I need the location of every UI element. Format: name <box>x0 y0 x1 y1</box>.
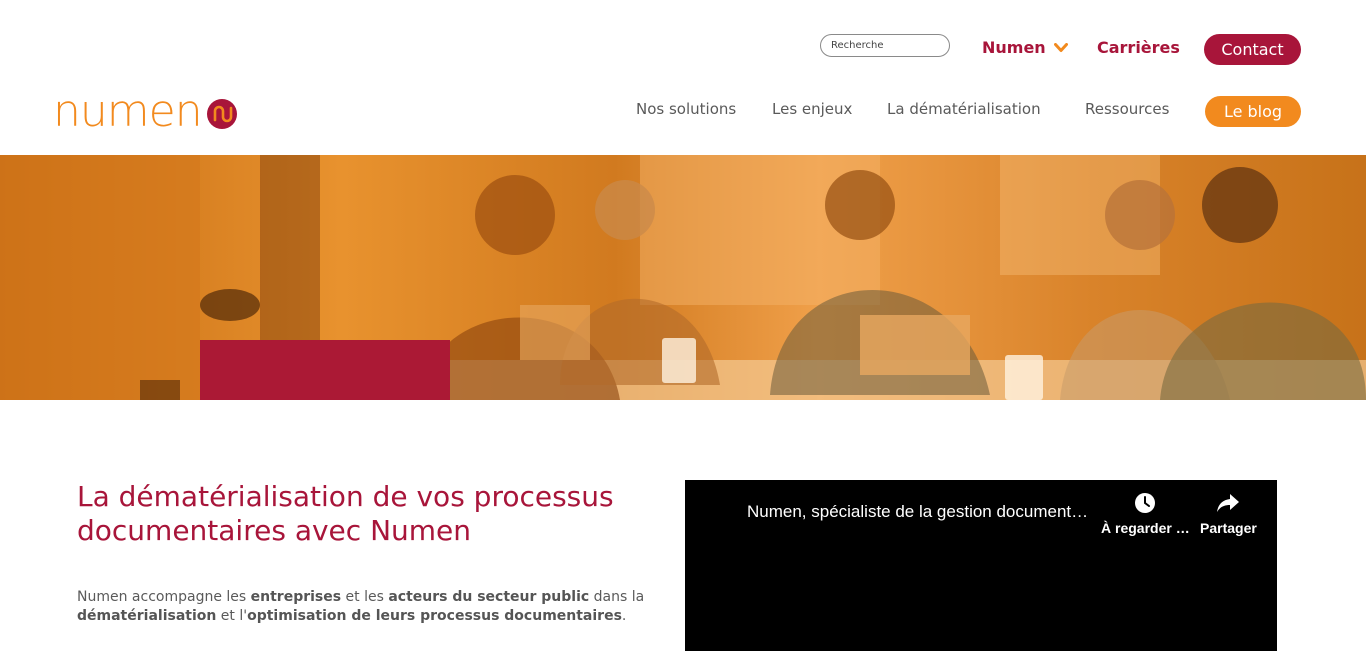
top-link-carrieres[interactable]: Carrières <box>1097 38 1180 57</box>
search-input[interactable] <box>820 34 950 57</box>
nav-dematerialisation[interactable]: La dématérialisation <box>887 100 1041 118</box>
share-button[interactable]: Partager <box>1200 492 1257 536</box>
video-title[interactable]: Numen, spécialiste de la gestion documen… <box>747 502 1097 522</box>
watch-later-label: À regarder … <box>1101 520 1190 536</box>
intro-text-2: et les <box>341 589 389 605</box>
blog-button-label: Le blog <box>1223 102 1283 121</box>
nav-nos-solutions[interactable]: Nos solutions <box>636 100 736 118</box>
page-title: La dématérialisation de vos processus do… <box>77 480 614 547</box>
intro-text-3: dans la <box>589 589 645 605</box>
share-label: Partager <box>1200 520 1257 536</box>
video-player[interactable]: Numen, spécialiste de la gestion documen… <box>685 480 1277 651</box>
intro-text-4: et l' <box>216 608 248 624</box>
top-link-carrieres-label: Carrières <box>1097 38 1180 57</box>
intro-text-1: Numen accompagne les <box>77 589 251 605</box>
nav-ressources[interactable]: Ressources <box>1085 100 1169 118</box>
nav-les-enjeux[interactable]: Les enjeux <box>772 100 852 118</box>
logo-wordmark: numen <box>53 86 203 137</box>
contact-button-label: Contact <box>1221 40 1284 59</box>
contact-button[interactable]: Contact <box>1204 34 1301 65</box>
intro-text-5: . <box>621 608 627 624</box>
top-link-numen[interactable]: Numen <box>982 38 1068 57</box>
chevron-down-icon <box>1053 42 1068 52</box>
intro-bold-secteur-public: acteurs du secteur public <box>388 589 590 605</box>
hero-accent-block <box>200 340 450 400</box>
intro-bold-optimisation: optimisation de leurs processus document… <box>247 608 622 624</box>
intro-paragraph: Numen accompagne les entreprises et les … <box>77 588 657 626</box>
numen-logo[interactable]: numen <box>53 86 238 137</box>
watch-later-button[interactable]: À regarder … <box>1101 492 1190 536</box>
hero-banner-image <box>0 155 1366 400</box>
clock-icon <box>1135 493 1156 513</box>
top-link-numen-label: Numen <box>982 38 1046 57</box>
share-icon <box>1217 494 1240 512</box>
blog-button[interactable]: Le blog <box>1205 96 1301 127</box>
logo-badge-icon <box>206 99 237 129</box>
intro-bold-entreprises: entreprises <box>250 589 342 605</box>
intro-bold-dematerialisation: dématérialisation <box>77 608 217 624</box>
